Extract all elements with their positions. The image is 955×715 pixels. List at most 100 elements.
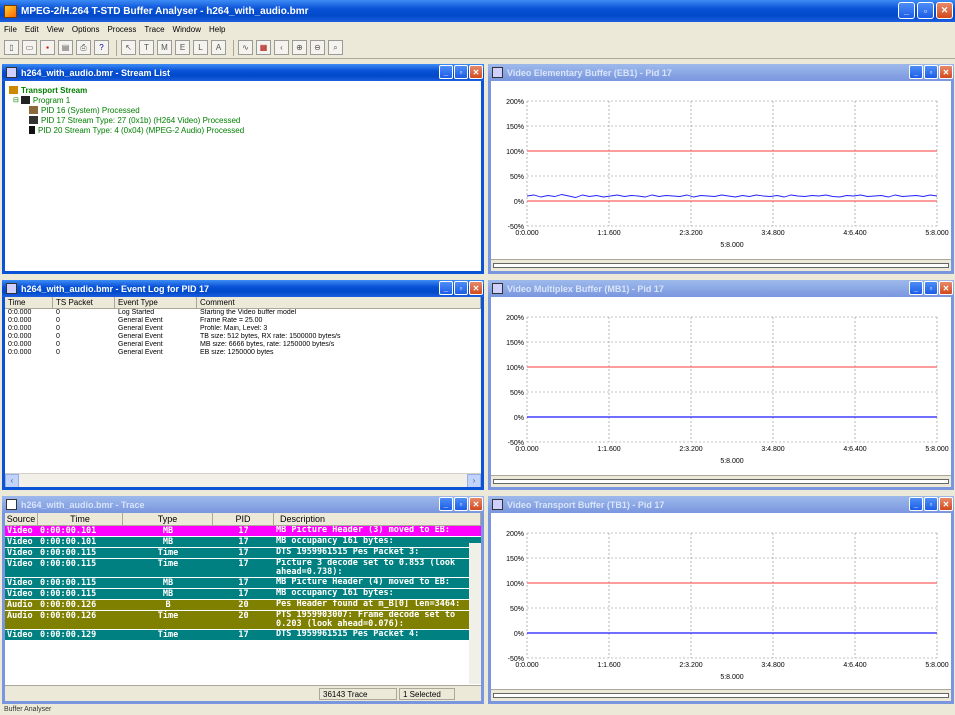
col-type[interactable]: Type xyxy=(123,513,213,525)
trace-rows: Video 0:00:00.101 MB 17 MB Picture Header (3… xyxy=(5,526,481,641)
chart-scroll-track[interactable] xyxy=(493,693,949,698)
event-row[interactable]: 0:0.000 0 General Event Profile: Main, Leve… xyxy=(5,325,481,333)
stream-list-titlebar[interactable]: h264_with_audio.bmr - Stream List _ ▫ ✕ xyxy=(2,64,484,81)
menu-file[interactable]: File xyxy=(4,25,17,34)
zoom-out-icon[interactable]: ⊖ xyxy=(310,40,325,55)
close-button[interactable]: ✕ xyxy=(939,497,953,511)
chart-scrollbar[interactable] xyxy=(491,475,951,487)
menu-trace[interactable]: Trace xyxy=(144,25,164,34)
col-event-type[interactable]: Event Type xyxy=(115,297,197,308)
col-comment[interactable]: Comment xyxy=(197,297,481,308)
horizontal-scrollbar[interactable]: ‹ › xyxy=(5,473,481,487)
trace-row[interactable]: Video 0:00:00.115 MB 17 MB Picture Header (4… xyxy=(5,578,481,589)
chart-canvas[interactable]: 200%150%100%50%0%-50%0:0.000 1:1.600 2:3.2… xyxy=(491,297,951,478)
back-icon[interactable]: ‹ xyxy=(274,40,289,55)
maximize-button[interactable]: ▫ xyxy=(917,2,934,19)
minimize-button[interactable]: _ xyxy=(439,65,453,79)
zoom-fit-icon[interactable]: ⌕ xyxy=(328,40,343,55)
print-icon[interactable]: ⎙ xyxy=(76,40,91,55)
event-row[interactable]: 0:0.000 0 General Event EB size: 1250000 by… xyxy=(5,349,481,357)
menu-help[interactable]: Help xyxy=(209,25,225,34)
minimize-button[interactable]: _ xyxy=(909,65,923,79)
chart-titlebar[interactable]: Video Multiplex Buffer (MB1) - Pid 17 _ … xyxy=(488,280,954,297)
close-button[interactable]: ✕ xyxy=(469,497,483,511)
trace-row[interactable]: Video 0:00:00.115 MB 17 MB occupancy 161 byt… xyxy=(5,589,481,600)
menu-window[interactable]: Window xyxy=(173,25,201,34)
trace-row[interactable]: Audio 0:00:00.126 Time 20 PTS 1959903007: Fr… xyxy=(5,611,481,630)
minimize-button[interactable]: _ xyxy=(439,497,453,511)
event-row[interactable]: 0:0.000 0 General Event MB size: 6666 bytes… xyxy=(5,341,481,349)
col-source[interactable]: Source xyxy=(5,513,38,525)
close-button[interactable]: ✕ xyxy=(469,281,483,295)
pointer-icon[interactable]: ↖ xyxy=(121,40,136,55)
col-time[interactable]: Time xyxy=(5,297,53,308)
close-button[interactable]: ✕ xyxy=(939,65,953,79)
chart-scrollbar[interactable] xyxy=(491,689,951,701)
event-log-titlebar[interactable]: h264_with_audio.bmr - Event Log for PID … xyxy=(2,280,484,297)
event-row[interactable]: 0:0.000 0 General Event Frame Rate = 25.00 xyxy=(5,317,481,325)
wave-icon[interactable]: ∿ xyxy=(238,40,253,55)
maximize-button[interactable]: ▫ xyxy=(924,497,938,511)
new-file-icon[interactable]: ▯ xyxy=(4,40,19,55)
minimize-button[interactable]: _ xyxy=(439,281,453,295)
col-description[interactable]: Description xyxy=(274,513,481,525)
trace-row[interactable]: Video 0:00:00.115 Time 17 DTS 1959961515 Pes… xyxy=(5,548,481,559)
tb-icon[interactable]: T xyxy=(139,40,154,55)
menu-view[interactable]: View xyxy=(47,25,64,34)
trace-row[interactable]: Video 0:00:00.129 Time 17 DTS 1959961515 Pes… xyxy=(5,630,481,641)
chart-titlebar[interactable]: Video Elementary Buffer (EB1) - Pid 17 _… xyxy=(488,64,954,81)
open-stream-icon[interactable]: ▤ xyxy=(58,40,73,55)
tree-pid[interactable]: PID 17 Stream Type: 27 (0x1b) (H264 Vide… xyxy=(9,115,477,125)
chart-titlebar[interactable]: Video Transport Buffer (TB1) - Pid 17 _ … xyxy=(488,496,954,513)
close-button[interactable]: ✕ xyxy=(469,65,483,79)
save-icon[interactable]: ▪ xyxy=(40,40,55,55)
scroll-left-icon[interactable]: ‹ xyxy=(5,473,19,487)
tree-program[interactable]: ⊟ Program 1 xyxy=(9,95,477,105)
x-tick-label: 4:6.400 xyxy=(843,662,866,669)
scroll-right-icon[interactable]: › xyxy=(467,473,481,487)
col-pid[interactable]: PID xyxy=(213,513,274,525)
close-button[interactable]: ✕ xyxy=(939,281,953,295)
el-icon[interactable]: L xyxy=(193,40,208,55)
tree-root[interactable]: Transport Stream xyxy=(9,85,477,95)
open-folder-icon[interactable]: ▭ xyxy=(22,40,37,55)
vertical-scrollbar[interactable] xyxy=(469,543,481,684)
event-row[interactable]: 0:0.000 0 Log Started Starting the Video bu… xyxy=(5,309,481,317)
mb-icon[interactable]: M xyxy=(157,40,172,55)
x-tick-label: 1:1.600 xyxy=(597,662,620,669)
trace-cell: Video xyxy=(7,548,33,558)
chart-scrollbar[interactable] xyxy=(491,259,951,271)
maximize-button[interactable]: ▫ xyxy=(454,497,468,511)
close-button[interactable]: ✕ xyxy=(936,2,953,19)
a-icon[interactable]: A xyxy=(211,40,226,55)
menu-process[interactable]: Process xyxy=(107,25,136,34)
menu-options[interactable]: Options xyxy=(72,25,100,34)
col-ts-packet[interactable]: TS Packet xyxy=(53,297,115,308)
tree-pid[interactable]: PID 16 (System) Processed xyxy=(9,105,477,115)
trace-row[interactable]: Video 0:00:00.101 MB 17 MB Picture Header (3… xyxy=(5,526,481,537)
chart-canvas[interactable]: 200%150%100%50%0%-50%0:0.000 1:1.600 2:3.2… xyxy=(491,81,951,262)
chart-canvas[interactable]: 200%150%100%50%0%-50%0:0.000 1:1.600 2:3.2… xyxy=(491,513,951,692)
trace-titlebar[interactable]: h264_with_audio.bmr - Trace _ ▫ ✕ xyxy=(2,496,484,513)
maximize-button[interactable]: ▫ xyxy=(454,65,468,79)
minimize-button[interactable]: _ xyxy=(909,497,923,511)
tree-pid[interactable]: PID 20 Stream Type: 4 (0x04) (MPEG-2 Aud… xyxy=(9,125,477,135)
collapse-icon[interactable]: ⊟ xyxy=(13,96,19,104)
col-time[interactable]: Time xyxy=(38,513,123,525)
help-icon[interactable]: ? xyxy=(94,40,109,55)
trace-row[interactable]: Video 0:00:00.101 MB 17 MB occupancy 161 byt… xyxy=(5,537,481,548)
chart-scroll-track[interactable] xyxy=(493,263,949,268)
maximize-button[interactable]: ▫ xyxy=(924,281,938,295)
graph-icon[interactable]: ▦ xyxy=(256,40,271,55)
minimize-button[interactable]: _ xyxy=(898,2,915,19)
menu-edit[interactable]: Edit xyxy=(25,25,39,34)
minimize-button[interactable]: _ xyxy=(909,281,923,295)
trace-row[interactable]: Audio 0:00:00.126 B 20 Pes Header found at m… xyxy=(5,600,481,611)
maximize-button[interactable]: ▫ xyxy=(924,65,938,79)
maximize-button[interactable]: ▫ xyxy=(454,281,468,295)
chart-scroll-track[interactable] xyxy=(493,479,949,484)
event-row[interactable]: 0:0.000 0 General Event TB size: 512 bytes,… xyxy=(5,333,481,341)
trace-row[interactable]: Video 0:00:00.115 Time 17 Picture 3 decode s… xyxy=(5,559,481,578)
zoom-in-icon[interactable]: ⊕ xyxy=(292,40,307,55)
eb-icon[interactable]: E xyxy=(175,40,190,55)
